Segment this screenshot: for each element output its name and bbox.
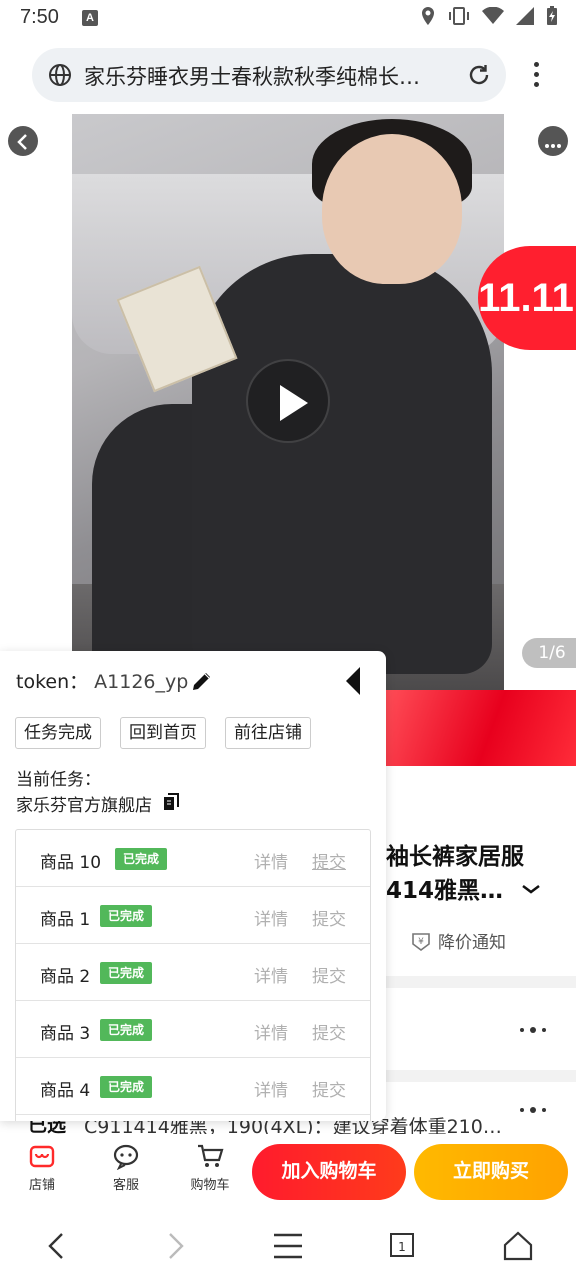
detail-link[interactable]: 详情 xyxy=(254,905,288,930)
location-icon xyxy=(422,7,434,25)
completed-badge: 已完成 xyxy=(100,1076,153,1098)
double-eleven-badge: 11.11 xyxy=(478,246,576,350)
go-to-shop-button[interactable]: 前往店铺 xyxy=(225,717,311,749)
customer-service-tab[interactable]: 客服 xyxy=(96,1142,156,1193)
status-bar: 7:50 A xyxy=(0,0,576,36)
address-bar[interactable]: 家乐芬睡衣男士春秋款秋季纯棉长… xyxy=(32,48,506,102)
notification-a-icon: A xyxy=(82,10,98,26)
reload-icon[interactable] xyxy=(466,62,492,88)
divider xyxy=(386,976,576,988)
copy-icon[interactable] xyxy=(162,792,182,812)
completed-badge: 已完成 xyxy=(100,905,153,927)
submit-link[interactable]: 提交 xyxy=(312,905,346,930)
shop-name: 家乐芬官方旗舰店 xyxy=(16,796,152,816)
play-video-button[interactable] xyxy=(246,359,330,443)
product-gallery[interactable]: 11.11 1/6 xyxy=(0,114,576,690)
forward-nav-icon[interactable] xyxy=(154,1228,194,1264)
status-icons xyxy=(420,6,558,26)
chevron-down-icon[interactable] xyxy=(520,878,542,900)
more-icon[interactable] xyxy=(538,126,568,156)
pencil-icon[interactable] xyxy=(190,669,214,693)
detail-link[interactable]: 详情 xyxy=(254,1019,288,1044)
token-display: token： A1126_yp xyxy=(16,671,189,693)
menu-icon[interactable] xyxy=(268,1228,308,1264)
browser-nav-bar: 1 xyxy=(0,1212,576,1280)
svg-text:1: 1 xyxy=(398,1240,406,1254)
tabs-icon[interactable]: 1 xyxy=(382,1228,422,1264)
image-pager: 1/6 xyxy=(522,638,576,668)
completed-badge: 已完成 xyxy=(115,848,168,870)
home-icon[interactable] xyxy=(498,1228,538,1264)
divider xyxy=(386,1070,576,1082)
price-tag-icon: ¥ xyxy=(412,932,430,951)
promo-banner xyxy=(386,690,576,766)
cart-tab[interactable]: 购物车 xyxy=(180,1142,240,1193)
detail-link[interactable]: 详情 xyxy=(254,848,288,873)
task-item-row: 商品 1 已完成 详情 提交 xyxy=(16,887,370,944)
task-complete-button[interactable]: 任务完成 xyxy=(15,717,101,749)
product-title: 袖长裤家居服 414雅黑… xyxy=(386,844,524,904)
svg-text:¥: ¥ xyxy=(418,937,424,947)
submit-link[interactable]: 提交 xyxy=(312,962,346,987)
browser-menu-icon[interactable] xyxy=(526,58,546,92)
task-item-row: 商品 2 已完成 详情 提交 xyxy=(16,944,370,1001)
task-item-row: 商品 4 已完成 详情 提交 xyxy=(16,1058,370,1115)
task-item-list[interactable]: 商品 10 已完成 详情 提交 商品 1 已完成 详情 提交 商品 2 已完成 … xyxy=(15,829,371,1121)
vibrate-icon xyxy=(449,7,469,25)
completed-badge: 已完成 xyxy=(100,1019,153,1041)
info-card[interactable] xyxy=(386,992,576,1066)
back-home-button[interactable]: 回到首页 xyxy=(120,717,206,749)
cart-icon xyxy=(198,1144,224,1167)
chat-icon xyxy=(113,1144,139,1170)
task-item-row: 商品 10 已完成 详情 提交 xyxy=(16,830,370,887)
submit-link[interactable]: 提交 xyxy=(312,1019,346,1044)
back-icon[interactable] xyxy=(8,126,38,156)
detail-link[interactable]: 详情 xyxy=(254,1076,288,1101)
detail-link[interactable]: 详情 xyxy=(254,962,288,987)
completed-badge: 已完成 xyxy=(100,962,153,984)
add-to-cart-button[interactable]: 加入购物车 xyxy=(252,1144,406,1200)
shop-tab[interactable]: 店铺 xyxy=(12,1142,72,1193)
page-title: 家乐芬睡衣男士春秋款秋季纯棉长… xyxy=(84,65,420,89)
submit-link[interactable]: 提交 xyxy=(312,848,346,873)
collapse-panel-icon[interactable] xyxy=(346,667,360,695)
price-alert-button[interactable]: ¥ 降价通知 xyxy=(410,928,506,953)
task-panel: token： A1126_yp 任务完成 回到首页 前往店铺 当前任务： 家乐芬官… xyxy=(0,651,386,1121)
battery-icon xyxy=(547,6,557,25)
back-nav-icon[interactable] xyxy=(38,1228,78,1264)
buy-now-button[interactable]: 立即购买 xyxy=(414,1144,568,1200)
task-item-row: 商品 3 已完成 详情 提交 xyxy=(16,1001,370,1058)
clock: 7:50 xyxy=(20,6,59,28)
submit-link[interactable]: 提交 xyxy=(312,1076,346,1101)
current-task-label: 当前任务： xyxy=(16,770,101,790)
wifi-icon xyxy=(482,7,504,24)
signal-icon xyxy=(516,7,534,25)
bottom-action-bar: 店铺 客服 购物车 加入购物车 立即购买 xyxy=(0,1134,576,1208)
globe-icon xyxy=(49,64,71,86)
shop-icon xyxy=(29,1145,55,1168)
